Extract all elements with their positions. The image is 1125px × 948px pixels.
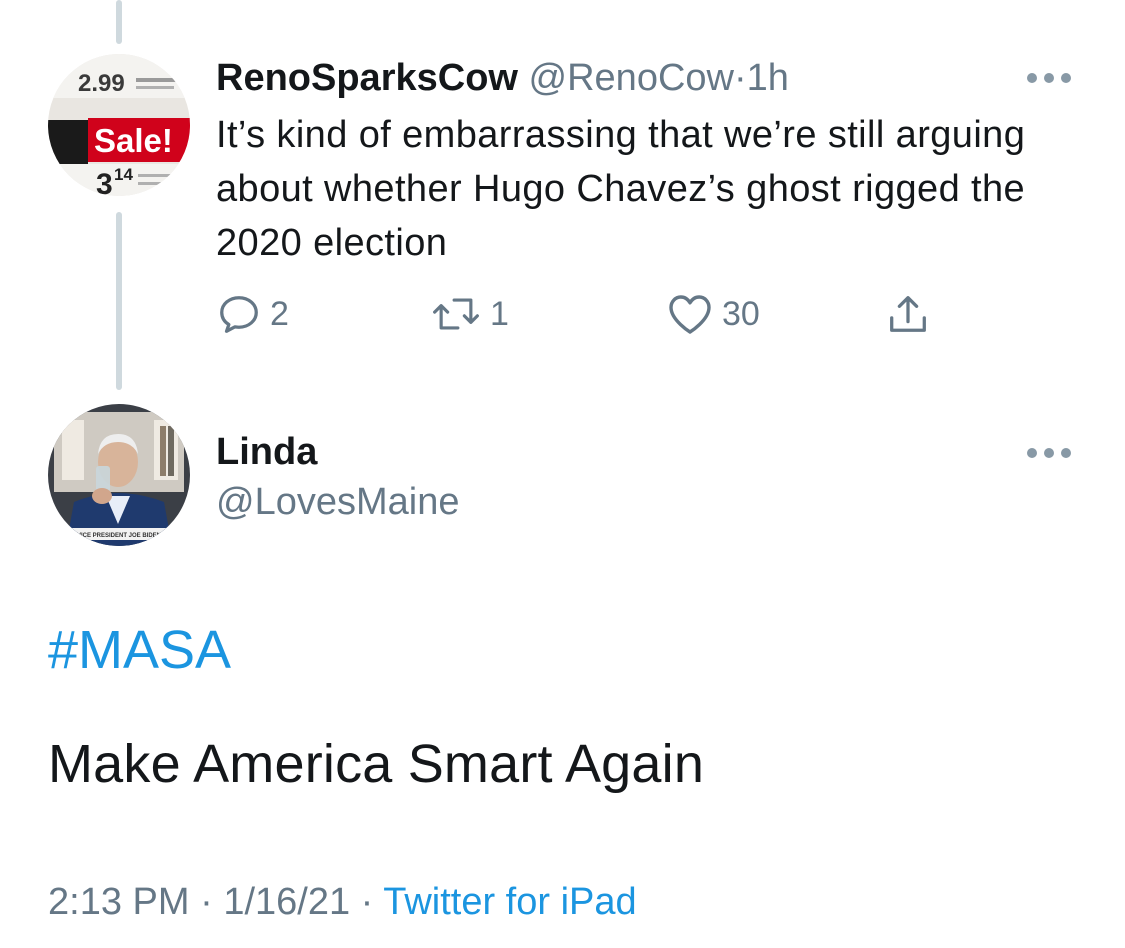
thread-connector-line xyxy=(116,0,122,44)
tweet-detail-view: 2.99 Sale! 3 14 RenoSparksCow @RenoCow·1… xyxy=(0,0,1125,948)
reply-author-avatar[interactable]: 2.99 Sale! 3 14 xyxy=(48,54,190,196)
svg-text:Sale!: Sale! xyxy=(94,122,173,159)
thread-connector-line xyxy=(116,212,122,390)
share-button[interactable] xyxy=(884,284,932,344)
main-author-handle[interactable]: @LovesMaine xyxy=(216,478,459,526)
tweet-metadata: 2:13 PM · 1/16/21 · Twitter for iPad xyxy=(48,876,637,928)
reply-tweet-text: It’s kind of embarrassing that we’re sti… xyxy=(216,114,1026,264)
tweet-source-link[interactable]: Twitter for iPad xyxy=(383,881,636,923)
person-photo-avatar-icon: VICE PRESIDENT JOE BIDEN xyxy=(48,404,190,546)
heart-icon xyxy=(669,295,711,334)
reply-count: 2 xyxy=(270,294,289,333)
reply-button[interactable]: 2 xyxy=(216,284,289,344)
reply-author-name[interactable]: RenoSparksCow xyxy=(216,57,518,99)
more-options-icon[interactable] xyxy=(1027,443,1071,463)
reply-tweet-header: RenoSparksCow @RenoCow·1h xyxy=(216,54,789,102)
price-tag-avatar-icon: 2.99 Sale! 3 14 xyxy=(48,54,190,196)
share-icon xyxy=(890,296,926,332)
tweet-time[interactable]: 2:13 PM xyxy=(48,881,190,923)
like-count: 30 xyxy=(722,294,760,333)
retweet-button[interactable]: 1 xyxy=(430,284,509,344)
reply-icon xyxy=(220,296,258,333)
main-author-avatar[interactable]: VICE PRESIDENT JOE BIDEN xyxy=(48,404,190,546)
tweet-date[interactable]: 1/16/21 xyxy=(223,881,350,923)
reply-action-bar: 2 1 30 xyxy=(216,284,956,344)
separator-dot: · xyxy=(200,881,213,923)
reply-author-handle[interactable]: @RenoCow xyxy=(529,57,734,99)
main-tweet-text: Make America Smart Again xyxy=(48,734,705,794)
separator-dot: · xyxy=(360,881,374,923)
retweet-icon xyxy=(433,298,479,330)
like-button[interactable]: 30 xyxy=(666,284,760,344)
svg-text:14: 14 xyxy=(114,165,133,184)
svg-text:2.99: 2.99 xyxy=(78,70,125,97)
separator-dot: · xyxy=(733,57,747,99)
more-options-icon[interactable] xyxy=(1027,68,1071,88)
hashtag-link[interactable]: #MASA xyxy=(48,616,231,684)
main-author-name[interactable]: Linda xyxy=(216,428,317,476)
reply-timestamp[interactable]: 1h xyxy=(747,57,789,99)
retweet-count: 1 xyxy=(490,294,509,333)
svg-text:VICE PRESIDENT JOE BIDEN: VICE PRESIDENT JOE BIDEN xyxy=(77,533,161,539)
svg-text:3: 3 xyxy=(96,168,113,196)
